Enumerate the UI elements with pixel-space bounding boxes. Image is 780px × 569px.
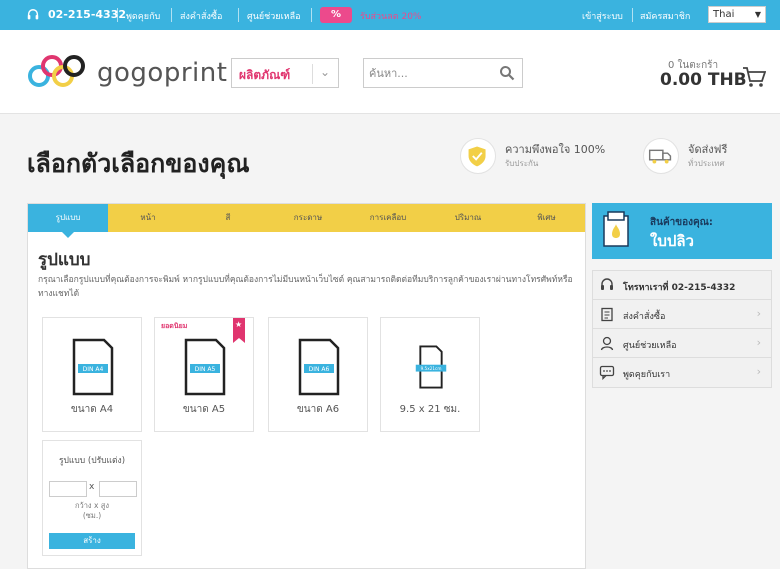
help-row-order[interactable]: ส่งคำสั่งซื้อ › [593, 300, 771, 329]
custom-format-card: รูปแบบ (ปรับแต่ง) x กว้าง x สูง (ซม.) สร… [42, 440, 142, 556]
dimension-unit: (ซม.) [82, 511, 102, 520]
document-icon: DIN A4 [72, 338, 114, 396]
truck-icon [643, 138, 679, 174]
format-card-dl[interactable]: 9.5x21cm 9.5 x 21 ซม. [380, 317, 480, 432]
chevron-down-icon: ⌄ [320, 65, 331, 79]
format-tag: DIN A4 [83, 366, 104, 373]
chevron-right-icon: › [756, 307, 761, 320]
help-links: โทรหาเราที่ 02-215-4332 ส่งคำสั่งซื้อ › … [592, 270, 772, 388]
create-button[interactable]: สร้าง [49, 533, 135, 549]
format-card-a6[interactable]: DIN A6 ขนาด A6 [268, 317, 368, 432]
shield-check-icon [460, 138, 496, 174]
custom-format-title: รูปแบบ (ปรับแต่ง) [58, 456, 126, 466]
format-card-a5[interactable]: ยอดนิยม ★ DIN A5 ขนาด A5 [154, 317, 254, 432]
format-tag: DIN A6 [309, 366, 330, 373]
product-summary-label: สินค้าของคุณ: [650, 217, 713, 228]
tab-color[interactable]: สี [188, 204, 268, 232]
page-title: เลือกตัวเลือกของคุณ [27, 149, 250, 178]
register-link[interactable]: สมัครสมาชิก [640, 9, 690, 23]
chevron-right-icon: › [756, 365, 761, 378]
cart-icon[interactable] [742, 66, 766, 88]
help-row-phone[interactable]: โทรหาเราที่ 02-215-4332 [593, 271, 771, 300]
support-agent-icon [600, 336, 614, 351]
format-label: ขนาด A5 [182, 404, 226, 415]
headset-icon [27, 9, 39, 20]
tab-special[interactable]: พิเศษ [508, 204, 585, 232]
section-description: กรุณาเลือกรูปแบบที่คุณต้องการจะพิมพ์ หาก… [38, 275, 573, 299]
flyer-icon [603, 211, 629, 247]
custom-width-input[interactable] [49, 481, 87, 497]
help-row-label: ศูนย์ช่วยเหลือ [623, 341, 677, 351]
language-value: Thai [713, 9, 735, 20]
format-label: ขนาด A4 [70, 404, 114, 415]
cart-total[interactable]: 0.00 THB [660, 70, 747, 90]
language-select[interactable]: Thai ▼ [708, 6, 766, 23]
tab-format[interactable]: รูปแบบ [28, 204, 108, 238]
custom-height-input[interactable] [99, 481, 137, 497]
category-label: ผลิตภัณฑ์ [239, 68, 291, 82]
promo-badge[interactable]: % [320, 7, 352, 23]
feature-subtitle: ทั่วประเทศ [688, 159, 725, 168]
feature-title: จัดส่งฟรี [688, 143, 728, 156]
tab-pages[interactable]: หน้า [108, 204, 188, 232]
section-title: รูปแบบ [38, 250, 91, 270]
help-row-support[interactable]: ศูนย์ช่วยเหลือ › [593, 329, 771, 358]
help-row-chat[interactable]: พูดคุยกับเรา › [593, 358, 771, 387]
help-row-label: พูดคุยกับเรา [623, 370, 671, 380]
dimension-separator: x [89, 482, 95, 492]
search-box [363, 58, 523, 88]
top-bar: 02-215-4332 พูดคุยกับ ส่งคำสั่งซื้อ ศูนย… [0, 0, 780, 30]
headset-icon [601, 278, 613, 290]
feature-subtitle: รับประกัน [505, 159, 539, 168]
logo-icon[interactable] [26, 52, 86, 92]
top-link-chat[interactable]: พูดคุยกับ [126, 9, 160, 23]
format-label: ขนาด A6 [296, 404, 340, 415]
chat-icon [599, 365, 615, 380]
tab-paper[interactable]: กระดาษ [268, 204, 348, 232]
format-tag: DIN A5 [195, 366, 216, 373]
format-label: 9.5 x 21 ซม. [399, 404, 461, 415]
tab-coating[interactable]: การเคลือบ [348, 204, 428, 232]
popular-badge: ยอดนิยม [161, 322, 188, 330]
category-select[interactable]: ผลิตภัณฑ์ ⌄ [231, 58, 339, 88]
dimension-label: กว้าง x สูง [74, 501, 110, 510]
custom-dimension-hint: กว้าง x สูง (ซม.) [43, 501, 141, 521]
tab-quantity[interactable]: ปริมาณ [428, 204, 508, 232]
feature-title: ความพึงพอใจ 100% [505, 143, 606, 156]
document-icon: 9.5x21cm [415, 345, 447, 389]
chevron-right-icon: › [756, 336, 761, 349]
product-summary: สินค้าของคุณ: ใบปลิว [592, 203, 772, 259]
logo-text[interactable]: gogoprint [97, 58, 227, 88]
search-icon[interactable] [499, 65, 515, 81]
clipboard-icon [601, 307, 613, 322]
help-row-label: โทรหาเราที่ 02-215-4332 [623, 283, 736, 293]
help-row-label: ส่งคำสั่งซื้อ [623, 312, 666, 322]
top-link-order[interactable]: ส่งคำสั่งซื้อ [180, 9, 222, 23]
dropdown-arrow-icon: ▼ [754, 10, 761, 19]
search-input[interactable] [369, 64, 489, 82]
login-link[interactable]: เข้าสู่ระบบ [582, 9, 623, 23]
document-icon: DIN A6 [298, 338, 340, 396]
top-link-help[interactable]: ศูนย์ช่วยเหลือ [247, 9, 301, 23]
format-card-a4[interactable]: DIN A4 ขนาด A4 [42, 317, 142, 432]
format-tag: 9.5x21cm [421, 366, 442, 371]
star-ribbon-icon: ★ [233, 318, 245, 343]
product-name: ใบปลิว [650, 232, 694, 250]
document-icon: DIN A5 [184, 338, 226, 396]
options-panel: รูปแบบ หน้า สี กระดาษ การเคลือบ ปริมาณ พ… [27, 203, 586, 569]
promo-text[interactable]: รับส่วนลด 20% [360, 9, 421, 23]
option-tabs: รูปแบบ หน้า สี กระดาษ การเคลือบ ปริมาณ พ… [28, 204, 585, 238]
top-phone[interactable]: 02-215-4332 [48, 8, 126, 21]
site-header: gogoprint ผลิตภัณฑ์ ⌄ 0 ในตะกร้า 0.00 TH… [0, 30, 780, 114]
